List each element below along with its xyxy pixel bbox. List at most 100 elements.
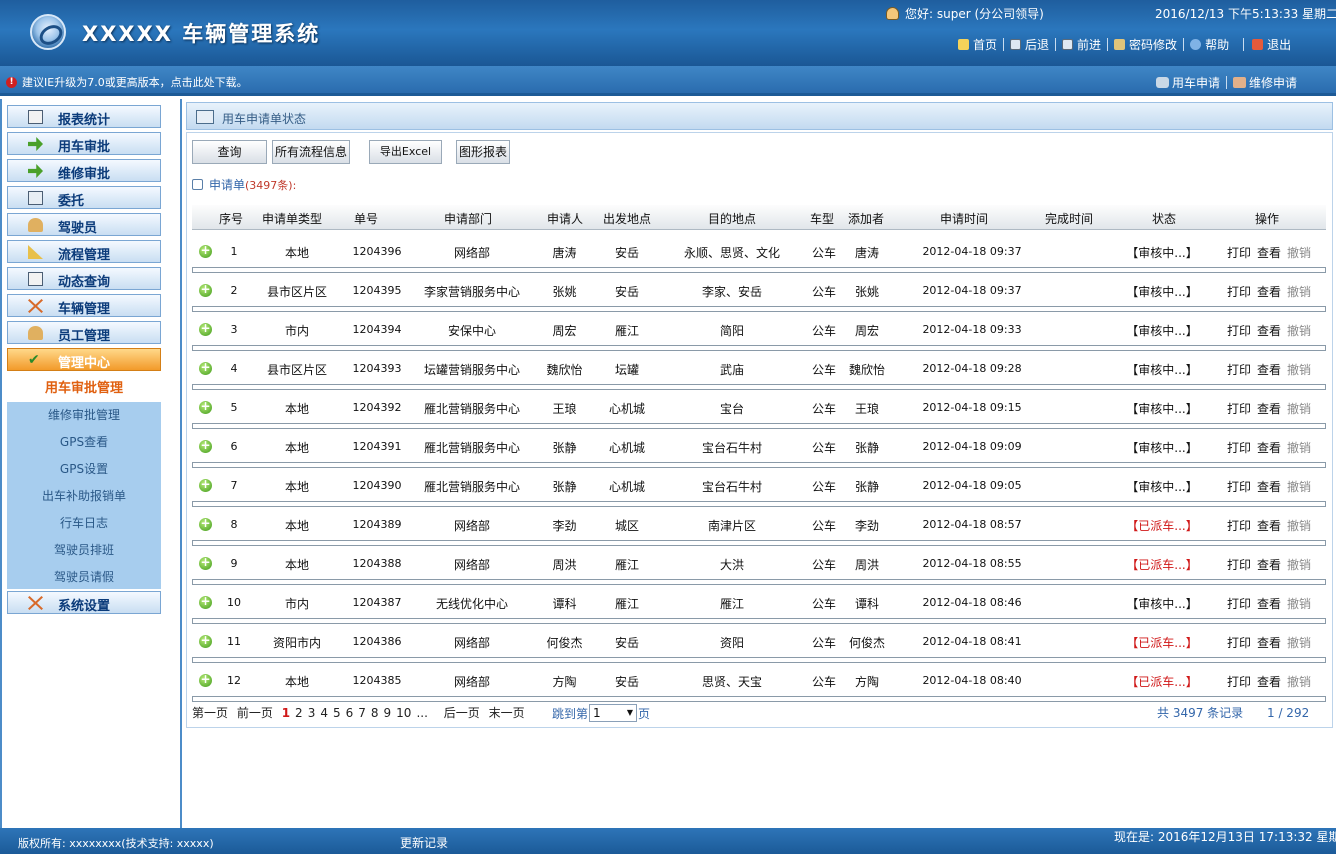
home-link[interactable]: 首页 — [958, 36, 997, 53]
revoke-link[interactable]: 撤销 — [1285, 283, 1313, 300]
print-link[interactable]: 打印 — [1225, 439, 1253, 456]
view-link[interactable]: 查看 — [1255, 634, 1283, 651]
revoke-link[interactable]: 撤销 — [1285, 439, 1313, 456]
print-link[interactable]: 打印 — [1225, 478, 1253, 495]
prev-page-link[interactable]: 前一页 — [237, 706, 273, 720]
query-button[interactable]: 查询 — [192, 140, 267, 164]
print-link[interactable]: 打印 — [1225, 556, 1253, 573]
page-link[interactable]: 2 — [295, 706, 303, 720]
print-link[interactable]: 打印 — [1225, 361, 1253, 378]
submenu-gps-view[interactable]: GPS查看 — [7, 429, 161, 456]
repair-request-link[interactable]: 维修申请 — [1233, 74, 1297, 91]
view-link[interactable]: 查看 — [1255, 283, 1283, 300]
expand-row-icon[interactable] — [199, 633, 212, 648]
view-link[interactable]: 查看 — [1255, 361, 1283, 378]
change-password-link[interactable]: 密码修改 — [1114, 36, 1177, 53]
expand-row-icon[interactable] — [199, 555, 212, 570]
expand-row-icon[interactable] — [199, 672, 212, 687]
status-badge[interactable]: 【已派车...】 — [1117, 634, 1207, 651]
page-link[interactable]: 4 — [320, 706, 328, 720]
print-link[interactable]: 打印 — [1225, 634, 1253, 651]
menu-report-stats[interactable]: 报表统计 — [7, 105, 161, 128]
expand-row-icon[interactable] — [199, 360, 212, 375]
expand-row-icon[interactable] — [199, 594, 212, 609]
status-badge[interactable]: 【已派车...】 — [1117, 673, 1207, 690]
revoke-link[interactable]: 撤销 — [1285, 556, 1313, 573]
status-badge[interactable]: 【审核中...】 — [1117, 244, 1207, 261]
print-link[interactable]: 打印 — [1225, 283, 1253, 300]
submenu-car-approval-mgmt[interactable]: 用车审批管理 — [7, 375, 161, 402]
ie-upgrade-notice[interactable]: ! 建议IE升级为7.0或更高版本，点击此处下载。 — [6, 74, 248, 90]
status-badge[interactable]: 【已派车...】 — [1117, 517, 1207, 534]
menu-process-management[interactable]: 流程管理 — [7, 240, 161, 263]
expand-row-icon[interactable] — [199, 477, 212, 492]
revoke-link[interactable]: 撤销 — [1285, 673, 1313, 690]
page-link[interactable]: 8 — [371, 706, 379, 720]
menu-car-approval[interactable]: 用车审批 — [7, 132, 161, 155]
submenu-driver-leave[interactable]: 驾驶员请假 — [7, 564, 161, 591]
revoke-link[interactable]: 撤销 — [1285, 361, 1313, 378]
menu-delegate[interactable]: 委托 — [7, 186, 161, 209]
changelog-link[interactable]: 更新记录 — [400, 834, 448, 851]
print-link[interactable]: 打印 — [1225, 400, 1253, 417]
submenu-driver-schedule[interactable]: 驾驶员排班 — [7, 537, 161, 564]
print-link[interactable]: 打印 — [1225, 673, 1253, 690]
last-page-link[interactable]: 末一页 — [489, 706, 525, 720]
revoke-link[interactable]: 撤销 — [1285, 400, 1313, 417]
status-badge[interactable]: 【审核中...】 — [1117, 322, 1207, 339]
expand-row-icon[interactable] — [199, 321, 212, 336]
page-select[interactable]: 1 — [589, 704, 638, 722]
menu-management-center[interactable]: ✔ 管理中心 — [7, 348, 161, 371]
menu-repair-approval[interactable]: 维修审批 — [7, 159, 161, 182]
menu-staff-management[interactable]: 员工管理 — [7, 321, 161, 344]
status-badge[interactable]: 【审核中...】 — [1117, 400, 1207, 417]
submenu-gps-settings[interactable]: GPS设置 — [7, 456, 161, 483]
view-link[interactable]: 查看 — [1255, 400, 1283, 417]
revoke-link[interactable]: 撤销 — [1285, 244, 1313, 261]
page-link[interactable]: 10 — [396, 706, 411, 720]
expand-row-icon[interactable] — [199, 516, 212, 531]
export-excel-button[interactable]: 导出Excel — [369, 140, 442, 164]
print-link[interactable]: 打印 — [1225, 517, 1253, 534]
view-link[interactable]: 查看 — [1255, 439, 1283, 456]
print-link[interactable]: 打印 — [1225, 595, 1253, 612]
collapse-icon[interactable] — [192, 179, 203, 190]
next-page-link[interactable]: 后一页 — [444, 706, 480, 720]
status-badge[interactable]: 【审核中...】 — [1117, 361, 1207, 378]
expand-row-icon[interactable] — [199, 438, 212, 453]
logout-link[interactable]: 退出 — [1252, 36, 1291, 53]
expand-row-icon[interactable] — [199, 399, 212, 414]
status-badge[interactable]: 【已派车...】 — [1117, 556, 1207, 573]
view-link[interactable]: 查看 — [1255, 322, 1283, 339]
print-link[interactable]: 打印 — [1225, 244, 1253, 261]
menu-driver[interactable]: 驾驶员 — [7, 213, 161, 236]
view-link[interactable]: 查看 — [1255, 673, 1283, 690]
revoke-link[interactable]: 撤销 — [1285, 517, 1313, 534]
first-page-link[interactable]: 第一页 — [192, 706, 228, 720]
page-link[interactable]: 7 — [358, 706, 366, 720]
menu-vehicle-management[interactable]: 车辆管理 — [7, 294, 161, 317]
view-link[interactable]: 查看 — [1255, 595, 1283, 612]
revoke-link[interactable]: 撤销 — [1285, 634, 1313, 651]
view-link[interactable]: 查看 — [1255, 517, 1283, 534]
submenu-trip-allowance[interactable]: 出车补助报销单 — [7, 483, 161, 510]
revoke-link[interactable]: 撤销 — [1285, 595, 1313, 612]
view-link[interactable]: 查看 — [1255, 244, 1283, 261]
status-badge[interactable]: 【审核中...】 — [1117, 283, 1207, 300]
revoke-link[interactable]: 撤销 — [1285, 478, 1313, 495]
all-process-info-button[interactable]: 所有流程信息 — [272, 140, 350, 164]
back-link[interactable]: 后退 — [1010, 36, 1049, 53]
car-request-link[interactable]: 用车申请 — [1156, 74, 1220, 91]
menu-dynamic-query[interactable]: 动态查询 — [7, 267, 161, 290]
revoke-link[interactable]: 撤销 — [1285, 322, 1313, 339]
forward-link[interactable]: 前进 — [1062, 36, 1101, 53]
graph-report-button[interactable]: 图形报表 — [456, 140, 510, 164]
menu-system-settings[interactable]: 系统设置 — [7, 591, 161, 614]
status-badge[interactable]: 【审核中...】 — [1117, 478, 1207, 495]
submenu-repair-approval-mgmt[interactable]: 维修审批管理 — [7, 402, 161, 429]
status-badge[interactable]: 【审核中...】 — [1117, 439, 1207, 456]
expand-row-icon[interactable] — [199, 282, 212, 297]
page-link[interactable]: 3 — [308, 706, 316, 720]
view-link[interactable]: 查看 — [1255, 556, 1283, 573]
page-link[interactable]: 5 — [333, 706, 341, 720]
